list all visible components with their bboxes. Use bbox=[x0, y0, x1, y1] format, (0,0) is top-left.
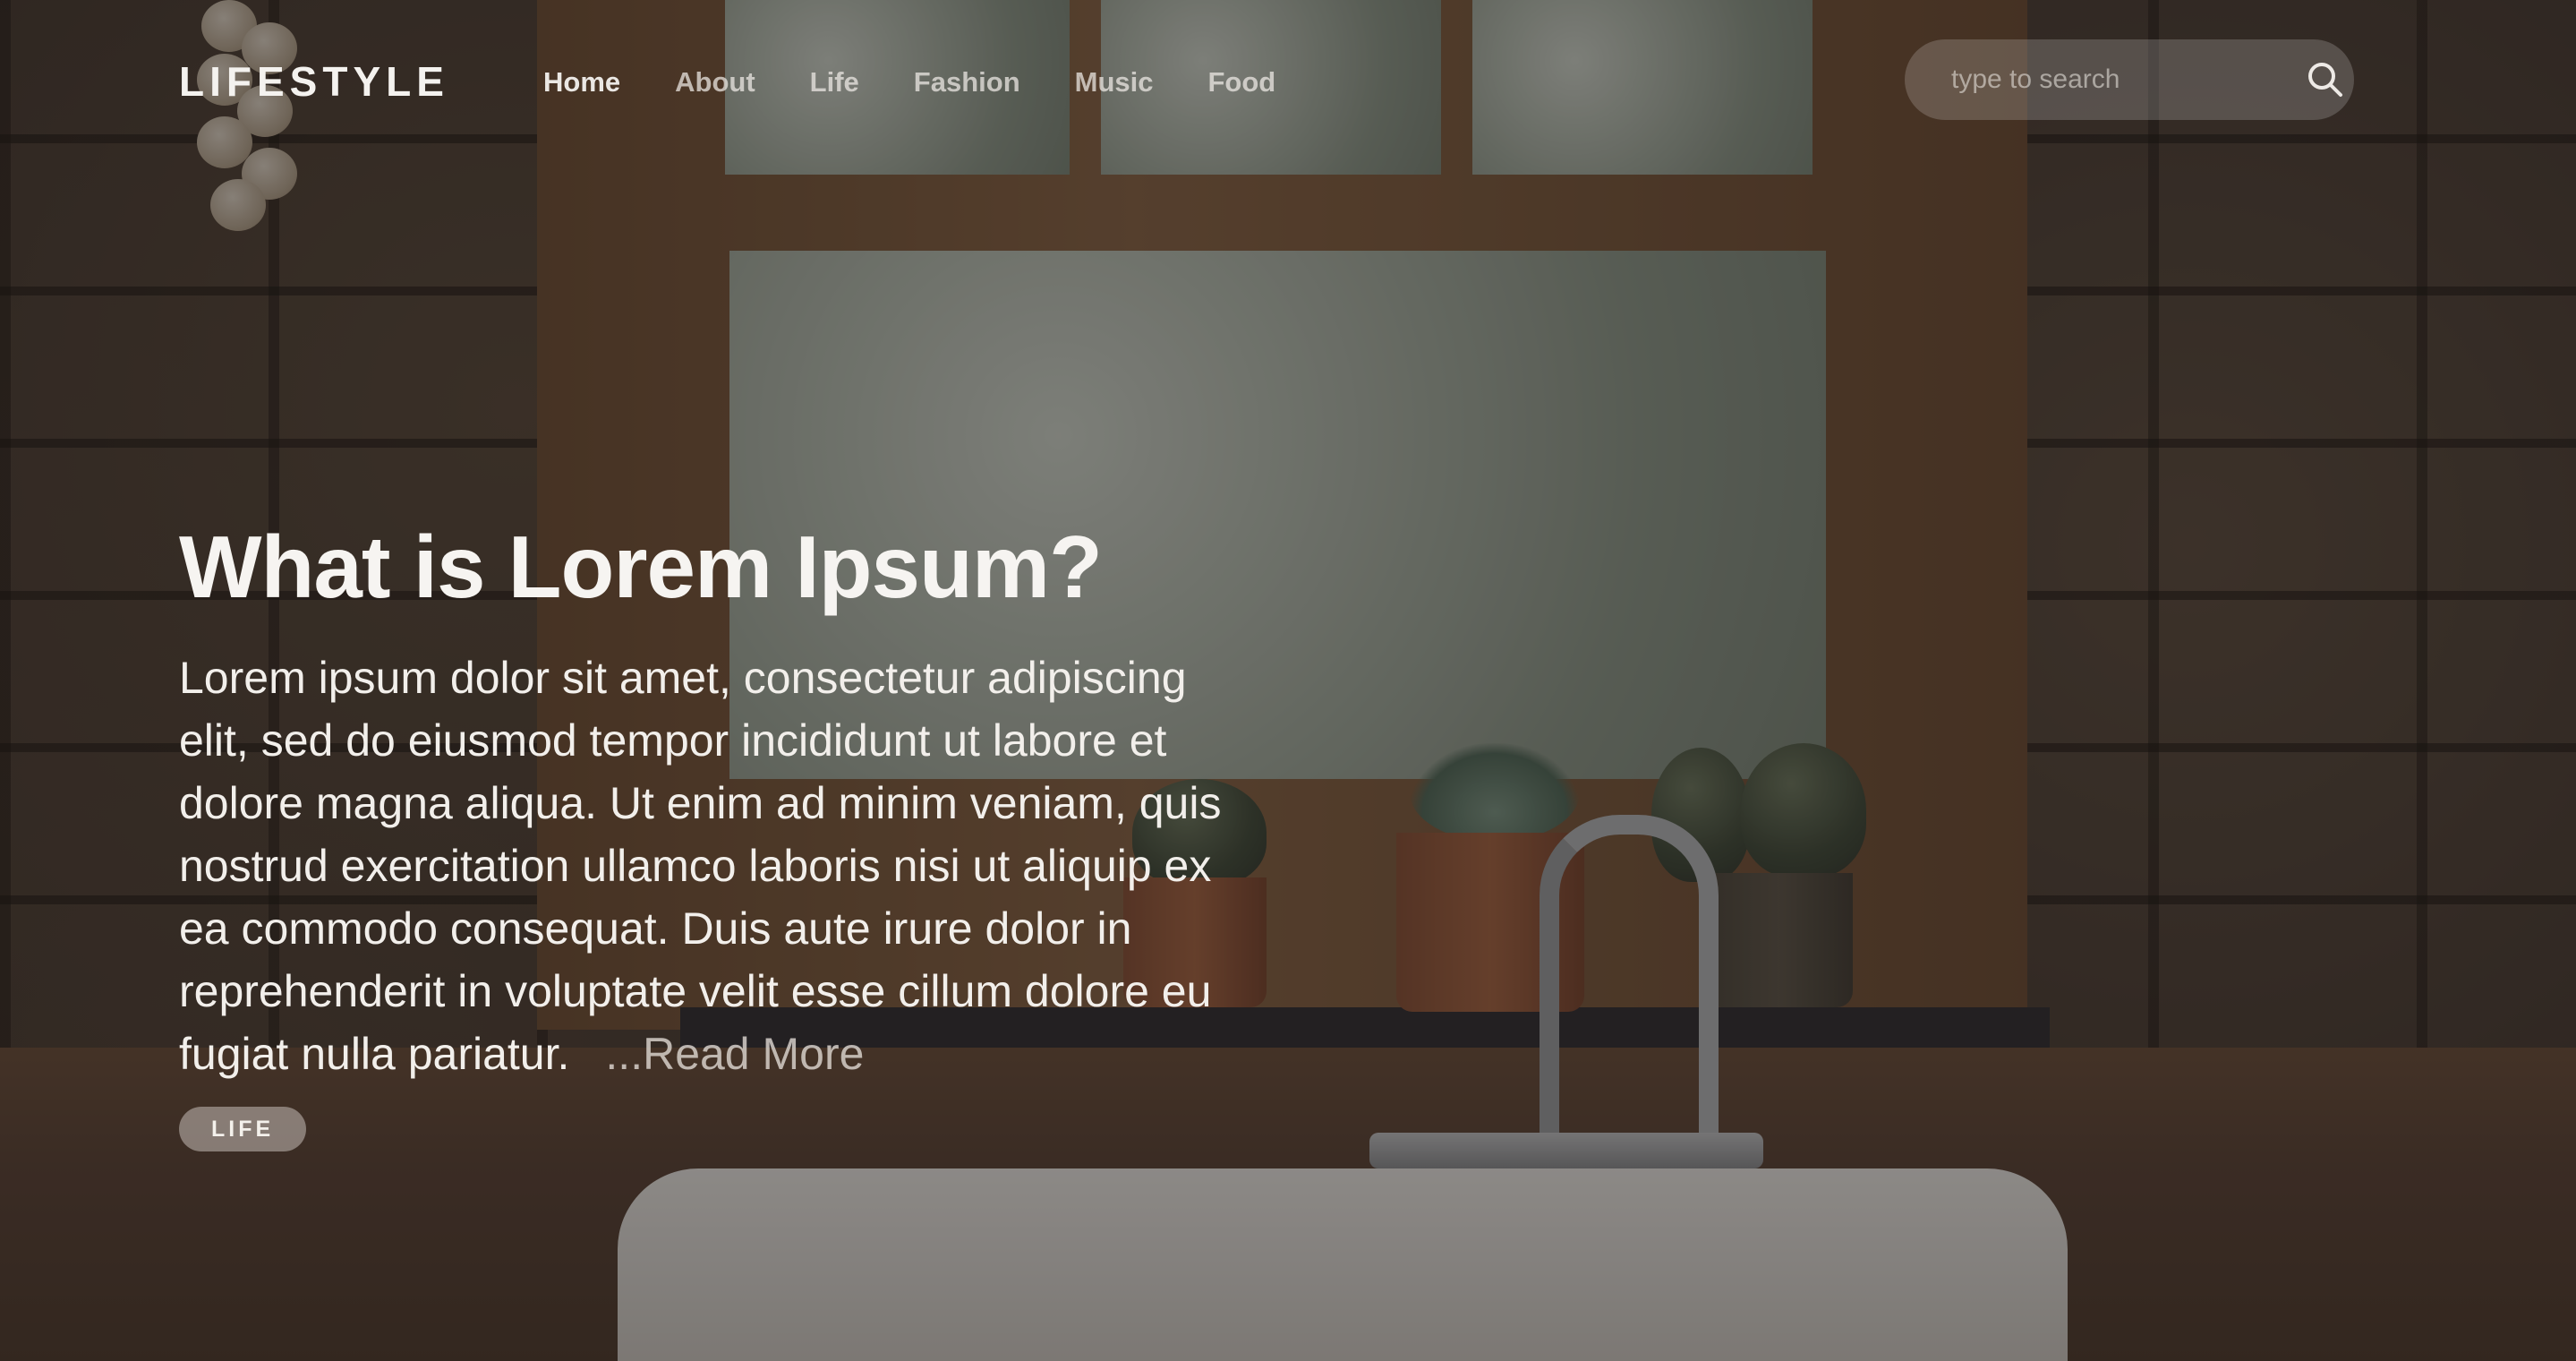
nav-item-life[interactable]: Life bbox=[810, 66, 859, 98]
search-icon[interactable] bbox=[2297, 39, 2354, 120]
featured-article: What is Lorem Ipsum? Lorem ipsum dolor s… bbox=[179, 518, 1253, 1151]
article-excerpt-text: Lorem ipsum dolor sit amet, consectetur … bbox=[179, 653, 1222, 1079]
main-nav: Home About Life Fashion Music Food bbox=[543, 66, 1330, 98]
search-input[interactable] bbox=[1905, 39, 2297, 120]
article-excerpt: Lorem ipsum dolor sit amet, consectetur … bbox=[179, 646, 1244, 1085]
read-more-link[interactable]: ...Read More bbox=[605, 1029, 864, 1079]
article-title[interactable]: What is Lorem Ipsum? bbox=[179, 518, 1253, 616]
nav-item-about[interactable]: About bbox=[675, 66, 755, 98]
site-header: LIFESTYLE Home About Life Fashion Music … bbox=[0, 0, 2576, 170]
nav-item-fashion[interactable]: Fashion bbox=[914, 66, 1020, 98]
category-tag[interactable]: LIFE bbox=[179, 1107, 307, 1151]
site-logo[interactable]: LIFESTYLE bbox=[179, 57, 449, 106]
nav-item-food[interactable]: Food bbox=[1208, 66, 1276, 98]
nav-item-home[interactable]: Home bbox=[543, 66, 620, 98]
nav-item-music[interactable]: Music bbox=[1075, 66, 1154, 98]
search-box bbox=[1905, 39, 2354, 120]
